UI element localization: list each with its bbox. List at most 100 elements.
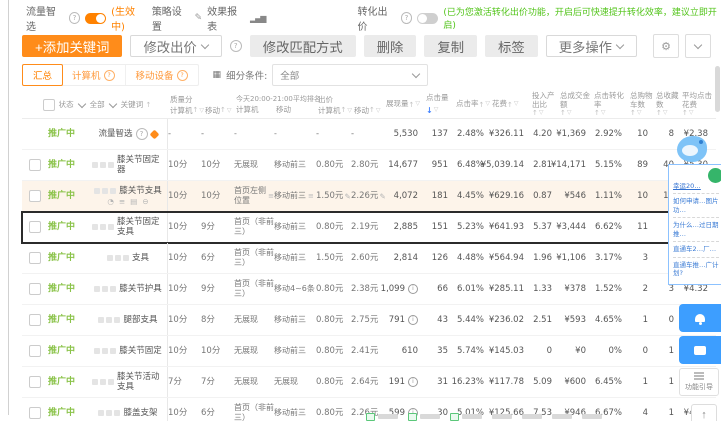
tag-button[interactable]: 标签	[485, 35, 538, 57]
bid-pc[interactable]: 0.80元	[316, 284, 343, 294]
filter-select[interactable]: 全部	[272, 64, 429, 86]
cart-count-value: 4	[642, 407, 648, 418]
keyword-label[interactable]: 腿部支具	[123, 315, 157, 325]
cost-value: ¥564.94	[488, 252, 524, 263]
bid-mobile[interactable]: 2.41元	[351, 346, 378, 356]
bid-pc[interactable]: 0.80元	[316, 315, 343, 325]
column-header-roi[interactable]: 投入产出比 ↑ ▽	[532, 90, 560, 119]
keyword-label[interactable]: 膝关节支具	[119, 186, 162, 196]
bid-pc[interactable]: 1.50元	[316, 191, 343, 201]
ctr-value: 4.48%	[456, 252, 484, 263]
tab-pc[interactable]: 计算机?	[62, 65, 126, 85]
conversion-bid-toggle[interactable]	[417, 12, 439, 24]
gmv-value: ¥378	[564, 283, 586, 294]
chat-icon	[694, 345, 706, 355]
add-keyword-button[interactable]: +添加关键词	[22, 35, 123, 57]
traffic-smart-toggle[interactable]	[85, 12, 107, 24]
report-link[interactable]: 效果报表	[207, 3, 245, 33]
mascot-icon[interactable]	[677, 136, 707, 162]
help-link[interactable]: 为什么…过日期推…	[673, 218, 719, 243]
chart-icon: ▤	[130, 197, 138, 207]
bid-mobile-header[interactable]: 移动 ↑ ▽	[352, 105, 386, 116]
column-header-impressions[interactable]: 展现量 ↑ ▽	[386, 90, 426, 119]
bid-mobile[interactable]: 2.19元	[351, 222, 378, 232]
bid-mobile[interactable]: -	[351, 129, 354, 139]
column-header-ppc[interactable]: 平均点击花费 ↑ ▽	[682, 90, 716, 119]
column-header-gmv[interactable]: 总成交金额 ↑ ▽	[560, 90, 594, 119]
keyword-flag-icons	[98, 317, 121, 323]
column-header-cvr[interactable]: 点击转化率 ↑ ▽	[594, 90, 630, 119]
help-link[interactable]: 直通车推…广计划?	[673, 258, 719, 281]
row-checkbox[interactable]	[29, 159, 41, 171]
back-to-top-button[interactable]: ↑	[691, 404, 717, 421]
help-link[interactable]: 直通车2…厂…	[673, 242, 719, 258]
all-filter[interactable]: 全部	[90, 99, 117, 110]
qs-mobile-header[interactable]: 移动 ↑ ▽	[203, 105, 234, 116]
bid-mobile[interactable]: 2.60元	[351, 253, 378, 263]
quality-score-mobile: 9分	[201, 283, 215, 294]
keyword-label[interactable]: 膝关节固定	[119, 346, 162, 356]
bid-pc[interactable]: 0.80元	[316, 377, 343, 387]
column-header-clicks[interactable]: 点击量 ↓ ▽	[426, 90, 456, 119]
roi-value: 1.33	[533, 283, 552, 294]
column-header-fav[interactable]: 总收藏数 ↑ ▽	[656, 90, 682, 119]
more-actions-dropdown[interactable]: 更多操作	[545, 35, 637, 57]
keyword-label[interactable]: 流量智选	[98, 129, 132, 139]
keyword-flag-icons	[106, 255, 129, 261]
modify-match-button[interactable]: 修改匹配方式	[249, 35, 356, 57]
bid-pc[interactable]: 0.80元	[316, 408, 343, 418]
notification-button[interactable]	[679, 304, 721, 332]
row-checkbox[interactable]	[29, 221, 41, 233]
row-checkbox[interactable]	[29, 190, 41, 202]
row-checkbox[interactable]	[29, 252, 41, 264]
column-header-ctr[interactable]: 点击率 ↑ ▽	[456, 90, 492, 119]
pencil-icon[interactable]: ✎	[379, 192, 385, 201]
qs-pc-header[interactable]: 计算机 ↑ ▽	[168, 105, 204, 116]
keyword-column-header[interactable]: 关键词 ↑	[121, 99, 152, 110]
bid-pc[interactable]: 0.80元	[316, 222, 343, 232]
status-filter[interactable]: 状态	[59, 99, 86, 110]
help-icon: ?	[68, 12, 81, 24]
help-link[interactable]: 如何申请…图片功…	[673, 194, 719, 219]
pencil-icon[interactable]: ✎	[344, 192, 350, 201]
row-checkbox[interactable]	[29, 314, 41, 326]
bid-pc[interactable]: 1.50元	[316, 253, 343, 263]
bid-pc[interactable]: 0.80元	[316, 346, 343, 356]
keyword-label[interactable]: 膝关节固定支具	[117, 217, 164, 237]
tab-summary[interactable]: 汇总	[22, 64, 64, 86]
bid-pc[interactable]: -	[316, 129, 319, 139]
tab-mobile[interactable]: 移动设备?	[126, 65, 198, 85]
feedback-button[interactable]	[679, 336, 721, 364]
strategy-settings-link[interactable]: 策略设置	[152, 3, 190, 33]
help-float-icon[interactable]	[706, 166, 721, 185]
select-all-checkbox[interactable]	[42, 98, 55, 111]
roi-value: 2.51	[533, 314, 552, 325]
keyword-label[interactable]: 膝关节固定器	[117, 155, 164, 175]
keyword-label[interactable]: 膝盖支架	[123, 408, 157, 418]
keyword-label[interactable]: 膝关节护具	[119, 284, 162, 294]
bid-mobile[interactable]: 2.75元	[351, 315, 378, 325]
collapse-button[interactable]	[685, 34, 711, 58]
copy-button[interactable]: 复制	[424, 35, 478, 57]
delete-button[interactable]: 删除	[363, 35, 417, 57]
row-checkbox[interactable]	[29, 407, 41, 419]
modify-bid-dropdown[interactable]: 修改出价	[130, 35, 222, 57]
cvr-value: 5.15%	[594, 159, 622, 170]
bid-mobile[interactable]: 2.64元	[351, 377, 378, 387]
keyword-tool-icons[interactable]: ◔ ≡ ▤ ⊖	[107, 197, 148, 206]
bid-mobile[interactable]: 2.38元	[351, 284, 378, 294]
gmv-value: ¥593	[564, 314, 586, 325]
row-checkbox[interactable]	[29, 345, 41, 357]
keyword-label[interactable]: 支具	[132, 253, 149, 263]
bid-pc[interactable]: 0.80元	[316, 160, 343, 170]
bid-mobile[interactable]: 2.80元	[351, 160, 378, 170]
settings-button[interactable]: ⚙	[653, 34, 679, 58]
column-header-cart[interactable]: 总购物车数 ↑ ▽	[630, 90, 656, 119]
row-checkbox[interactable]	[29, 283, 41, 295]
row-checkbox[interactable]	[29, 376, 41, 388]
bid-mobile[interactable]: 2.26元	[351, 191, 378, 201]
bid-pc-header[interactable]: 计算机 ↑ ▽	[316, 105, 352, 116]
keyword-label[interactable]: 膝关节活动支具	[117, 372, 164, 392]
column-header-cost[interactable]: 花费 ↑ ▽	[492, 90, 532, 119]
feature-guide-button[interactable]: 功能引导	[679, 368, 719, 396]
